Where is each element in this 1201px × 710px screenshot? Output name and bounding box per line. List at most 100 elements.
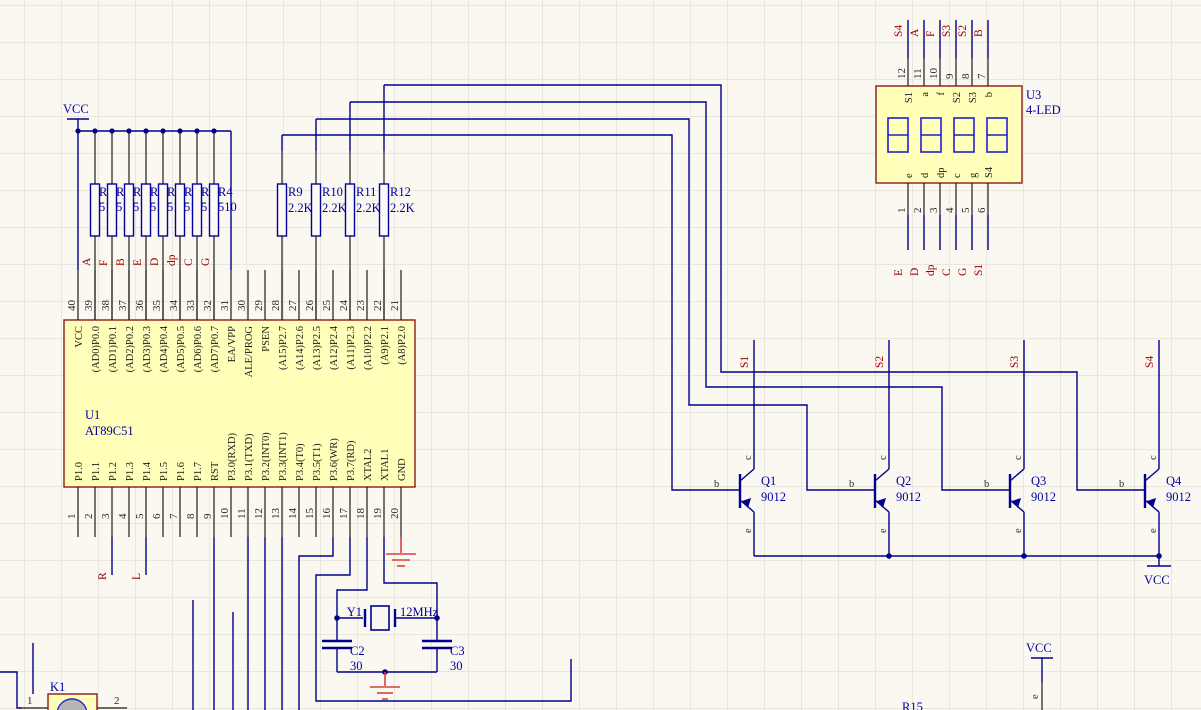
c3-designator: C3 (450, 644, 465, 658)
svg-text:28: 28 (270, 300, 282, 312)
base-resistors[interactable]: R9 2.2K R10 2.2K R11 2.2K R12 2.2K (278, 85, 415, 320)
svg-text:P3.5(T1): P3.5(T1) (312, 443, 323, 481)
svg-text:32: 32 (202, 300, 214, 311)
vcc-power-port-bottomright[interactable]: VCC e (1026, 641, 1053, 710)
svg-text:10: 10 (928, 68, 940, 80)
crystal-circuit[interactable]: Y1 12MHz C2 30 C3 30 (322, 537, 465, 699)
svg-text:34: 34 (168, 300, 180, 312)
capacitor-c3[interactable]: C3 30 (422, 641, 465, 673)
svg-text:P3.6(WR): P3.6(WR) (329, 438, 340, 481)
svg-text:22: 22 (372, 300, 384, 311)
component-u1-at89c51[interactable]: U1 AT89C51 40 39 38 37 36 35 34 33 32 31 (64, 270, 415, 537)
component-k1-button[interactable]: K1 1 2 (22, 680, 127, 710)
svg-text:2.2K: 2.2K (288, 201, 313, 215)
vcc-label: VCC (1144, 573, 1170, 587)
y1-designator: Y1 (347, 605, 362, 619)
resistor-r10: R10 2.2K (312, 119, 347, 320)
u1-bottom-pin-numbers: 1 2 3 4 5 6 7 8 9 10 11 12 13 14 15 16 1… (66, 508, 401, 520)
q2-value: 9012 (896, 490, 921, 504)
net-label-s2: S2 (874, 356, 886, 368)
svg-text:29: 29 (253, 300, 265, 312)
emitter-rail-wire[interactable] (754, 553, 1162, 566)
svg-text:P1.7: P1.7 (193, 462, 204, 481)
svg-text:PSEN: PSEN (261, 326, 272, 352)
svg-text:VCC: VCC (74, 326, 85, 348)
svg-text:18: 18 (355, 508, 367, 520)
net-label-s3: S3 (1009, 356, 1021, 368)
svg-text:2: 2 (83, 514, 95, 520)
svg-text:GND: GND (397, 458, 408, 481)
svg-text:8: 8 (960, 73, 972, 79)
svg-text:6: 6 (151, 513, 163, 519)
svg-text:27: 27 (287, 300, 299, 312)
svg-text:(AD3)P0.3: (AD3)P0.3 (142, 326, 153, 372)
svg-text:2.2K: 2.2K (390, 201, 415, 215)
svg-text:5: 5 (134, 513, 146, 519)
u3-designator: U3 (1026, 88, 1041, 102)
q5-emitter-label: e (1030, 694, 1041, 699)
svg-text:(AD0)P0.0: (AD0)P0.0 (91, 326, 102, 372)
svg-text:F: F (925, 31, 937, 37)
schematic-sheet: VCC R1 510 A R2 510 F R3 510 (0, 0, 1201, 710)
u1-part: AT89C51 (85, 424, 134, 438)
svg-text:2: 2 (912, 208, 924, 214)
svg-text:S2: S2 (952, 92, 963, 103)
svg-text:(A11)P2.3: (A11)P2.3 (346, 326, 357, 370)
vcc-power-port-right[interactable]: VCC (1144, 566, 1171, 587)
svg-text:P1.4: P1.4 (142, 461, 153, 481)
svg-text:G: G (957, 268, 969, 276)
svg-text:23: 23 (355, 300, 367, 312)
svg-text:13: 13 (270, 508, 282, 520)
svg-text:P1.6: P1.6 (176, 462, 187, 481)
svg-text:1: 1 (896, 208, 908, 214)
svg-text:b: b (984, 92, 995, 97)
schematic-canvas[interactable]: VCC R1 510 A R2 510 F R3 510 (0, 0, 1201, 710)
svg-text:(AD5)P0.5: (AD5)P0.5 (176, 326, 187, 372)
svg-text:9: 9 (944, 73, 956, 79)
svg-text:c: c (1013, 455, 1024, 460)
svg-text:P1.0: P1.0 (74, 462, 85, 481)
svg-text:5: 5 (960, 207, 972, 213)
svg-text:XTAL1: XTAL1 (380, 449, 391, 481)
svg-text:(A10)P2.2: (A10)P2.2 (363, 326, 374, 370)
svg-text:A: A (909, 28, 921, 37)
svg-text:ALE/PROG: ALE/PROG (244, 326, 255, 378)
svg-text:3: 3 (100, 513, 112, 519)
svg-text:S3: S3 (968, 92, 979, 103)
component-u3-4led[interactable]: U3 4-LED 12 11 10 9 8 7 S1 a (876, 20, 1061, 276)
net-label: D (149, 258, 161, 266)
svg-text:(A15)P2.7: (A15)P2.7 (278, 326, 289, 370)
svg-text:b: b (849, 479, 854, 490)
k1-pin2: 2 (114, 695, 120, 707)
r15-designator: R15 (902, 700, 923, 710)
svg-text:P1.5: P1.5 (159, 462, 170, 481)
net-label: G (200, 258, 212, 266)
svg-text:3: 3 (928, 207, 940, 213)
svg-text:EA/VPP: EA/VPP (227, 326, 238, 362)
svg-text:S2: S2 (957, 25, 969, 37)
u3-bottom-net-labels: E D dp C G S1 (893, 264, 985, 276)
gnd-symbol-crystal (370, 672, 400, 699)
vcc-power-port-topleft[interactable]: VCC (63, 102, 89, 131)
net-label: F (98, 260, 110, 266)
svg-text:P3.4(T0): P3.4(T0) (295, 443, 306, 481)
net-label-l: L (131, 573, 143, 580)
u1-bottom-wires[interactable]: R L (97, 537, 571, 710)
svg-text:25: 25 (321, 300, 333, 312)
segment-pullup-resistors[interactable]: R1 510 A R2 510 F R3 510 B R5 510 E R6 5… (81, 131, 237, 320)
k1-pin1: 1 (27, 695, 33, 707)
svg-text:30: 30 (236, 300, 248, 312)
vcc-label: VCC (1026, 641, 1052, 655)
crystal-y1[interactable]: Y1 12MHz (337, 605, 439, 630)
u3-part: 4-LED (1026, 103, 1061, 117)
u3-bottom-pin-numbers: 1 2 3 4 5 6 (896, 207, 988, 213)
svg-text:S1: S1 (904, 92, 915, 103)
transistor-q4[interactable]: S4 c b e Q4 9012 (1119, 340, 1191, 556)
svg-text:510: 510 (218, 200, 237, 214)
svg-text:(AD4)P0.4: (AD4)P0.4 (159, 325, 170, 372)
gnd-symbol-pin20[interactable] (386, 537, 416, 566)
svg-text:b: b (714, 479, 719, 490)
net-label: B (115, 258, 127, 266)
capacitor-c2[interactable]: C2 30 (322, 641, 365, 673)
svg-text:7: 7 (976, 73, 988, 79)
